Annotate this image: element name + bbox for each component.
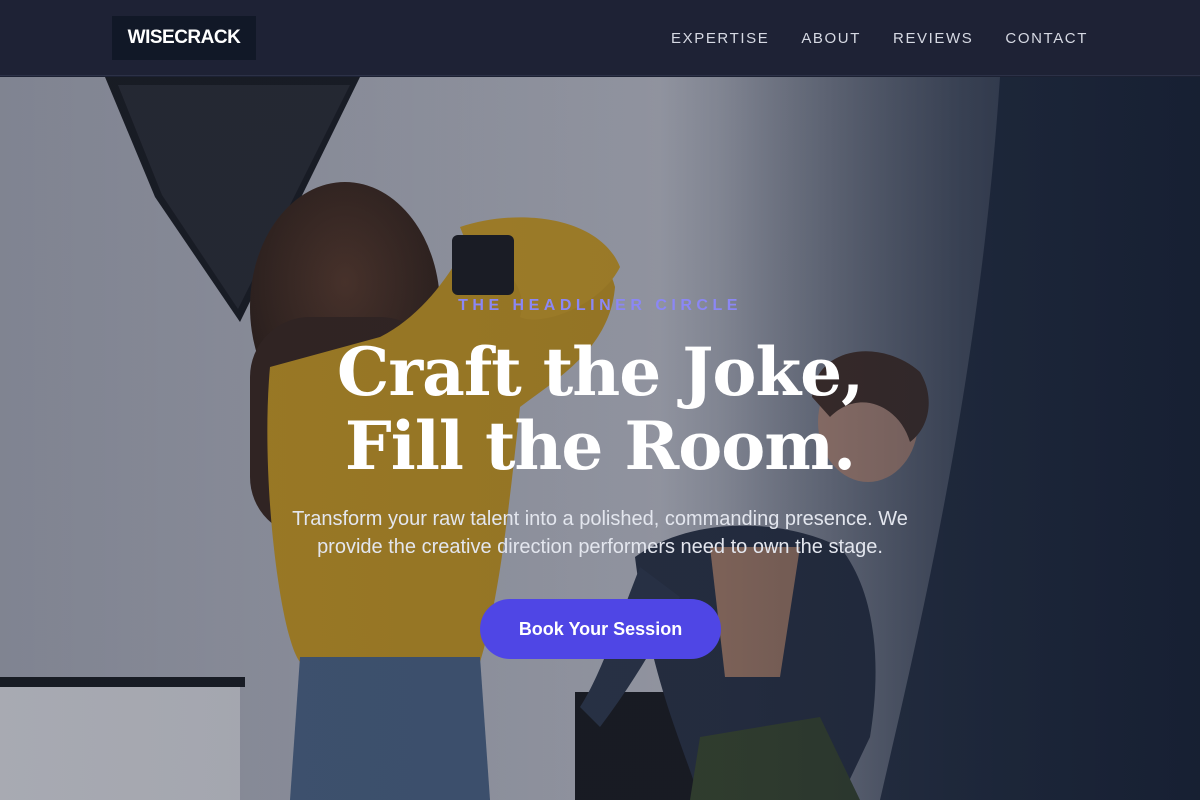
hero-headline: Craft the Joke, Fill the Room. — [0, 335, 1200, 483]
site-logo[interactable]: WISECRACK — [112, 16, 256, 60]
hero-headline-line1: Craft the Joke, — [336, 333, 864, 411]
hero-subtext: Transform your raw talent into a polishe… — [292, 508, 908, 558]
nav-link-reviews[interactable]: REVIEWS — [893, 30, 973, 47]
hero-content: THE HEADLINER CIRCLE Craft the Joke, Fil… — [0, 77, 1200, 800]
hero-headline-line2: Fill the Room. — [344, 407, 856, 485]
top-nav: WISECRACK EXPERTISE ABOUT REVIEWS CONTAC… — [0, 0, 1200, 76]
nav-link-about[interactable]: ABOUT — [801, 30, 861, 47]
hero-eyebrow: THE HEADLINER CIRCLE — [458, 297, 742, 314]
nav-link-expertise[interactable]: EXPERTISE — [671, 30, 769, 47]
hero-section: THE HEADLINER CIRCLE Craft the Joke, Fil… — [0, 77, 1200, 800]
book-session-button[interactable]: Book Your Session — [480, 599, 721, 659]
nav-menu: EXPERTISE ABOUT REVIEWS CONTACT — [671, 0, 1088, 76]
nav-link-contact[interactable]: CONTACT — [1005, 30, 1088, 47]
